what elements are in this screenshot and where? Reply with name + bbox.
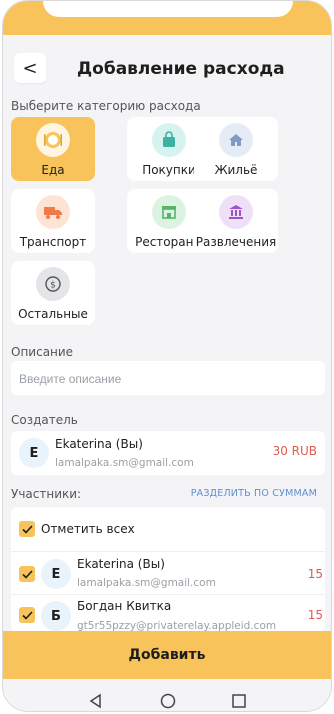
nav-recents-icon[interactable] <box>231 693 247 711</box>
category-housing[interactable]: Жильё <box>194 117 278 181</box>
nav-home-icon[interactable] <box>160 693 176 711</box>
check-icon[interactable] <box>19 566 35 582</box>
participant-email: lamalpaka.sm@gmail.com <box>77 577 216 589</box>
screen: < Добавление расхода Выберите категорию … <box>3 35 331 711</box>
category-label: Развлечения <box>195 235 277 249</box>
category-entertainment[interactable]: Развлечения <box>194 189 278 253</box>
restaurant-icon <box>152 195 186 229</box>
money-cycle-icon: $ <box>36 267 70 301</box>
system-nav-bar <box>3 679 331 711</box>
check-icon[interactable] <box>19 607 35 623</box>
truck-icon <box>36 195 70 229</box>
check-icon[interactable] <box>19 521 35 537</box>
page-title: Добавление расхода <box>77 59 285 79</box>
participant-name: Богдан Квитка <box>77 599 172 613</box>
split-by-amounts-button[interactable]: РАЗДЕЛИТЬ ПО СУММАМ <box>191 488 317 499</box>
avatar: E <box>19 438 49 468</box>
description-field <box>11 361 325 397</box>
description-label: Описание <box>11 345 74 359</box>
participant-name: Ekaterina (Вы) <box>77 557 165 571</box>
participants-list: Отметить всех E Ekaterina (Вы) lamalpaka… <box>11 507 325 633</box>
creator-label: Создатель <box>11 413 78 427</box>
category-label: Рестораны <box>135 235 203 249</box>
participants-label: Участники: <box>11 487 82 501</box>
participant-row[interactable]: Б Богдан Квитка gt5r55pzzy@privaterelay.… <box>11 595 325 633</box>
participant-amount: 15 <box>307 608 323 622</box>
back-icon: < <box>22 57 38 79</box>
category-section-label: Выберите категорию расхода <box>11 99 201 113</box>
nav-back-icon[interactable] <box>88 693 104 711</box>
category-transport[interactable]: Транспорт <box>11 189 95 253</box>
select-all-row[interactable]: Отметить всех <box>11 507 325 551</box>
category-label: Остальные <box>18 307 88 321</box>
phone-frame: < Добавление расхода Выберите категорию … <box>2 0 332 712</box>
back-button[interactable]: < <box>14 53 46 83</box>
food-icon <box>36 123 70 157</box>
svg-text:$: $ <box>50 281 56 291</box>
category-label: Покупки <box>142 163 196 177</box>
description-input[interactable] <box>11 361 311 397</box>
category-label: Еда <box>41 163 65 177</box>
category-other[interactable]: $ Остальные <box>11 261 95 325</box>
landmark-icon <box>219 195 253 229</box>
participant-amount: 15 <box>307 567 323 581</box>
avatar: E <box>41 559 71 589</box>
creator-amount: 30 RUB <box>272 444 317 458</box>
category-food[interactable]: Еда <box>11 117 95 181</box>
participant-row[interactable]: E Ekaterina (Вы) lamalpaka.sm@gmail.com … <box>11 552 325 594</box>
header: < Добавление расхода <box>3 35 331 101</box>
shopping-bag-icon <box>152 123 186 157</box>
creator-card: E Ekaterina (Вы) lamalpaka.sm@gmail.com … <box>11 431 325 475</box>
select-all-label: Отметить всех <box>41 522 135 536</box>
category-label: Транспорт <box>19 235 87 249</box>
creator-email: lamalpaka.sm@gmail.com <box>55 457 194 469</box>
avatar: Б <box>41 601 71 631</box>
notch <box>43 1 293 17</box>
creator-name: Ekaterina (Вы) <box>55 437 143 451</box>
add-expense-button[interactable]: Добавить <box>3 631 331 679</box>
category-label: Жильё <box>214 163 258 177</box>
house-icon <box>219 123 253 157</box>
status-bar <box>3 1 331 35</box>
